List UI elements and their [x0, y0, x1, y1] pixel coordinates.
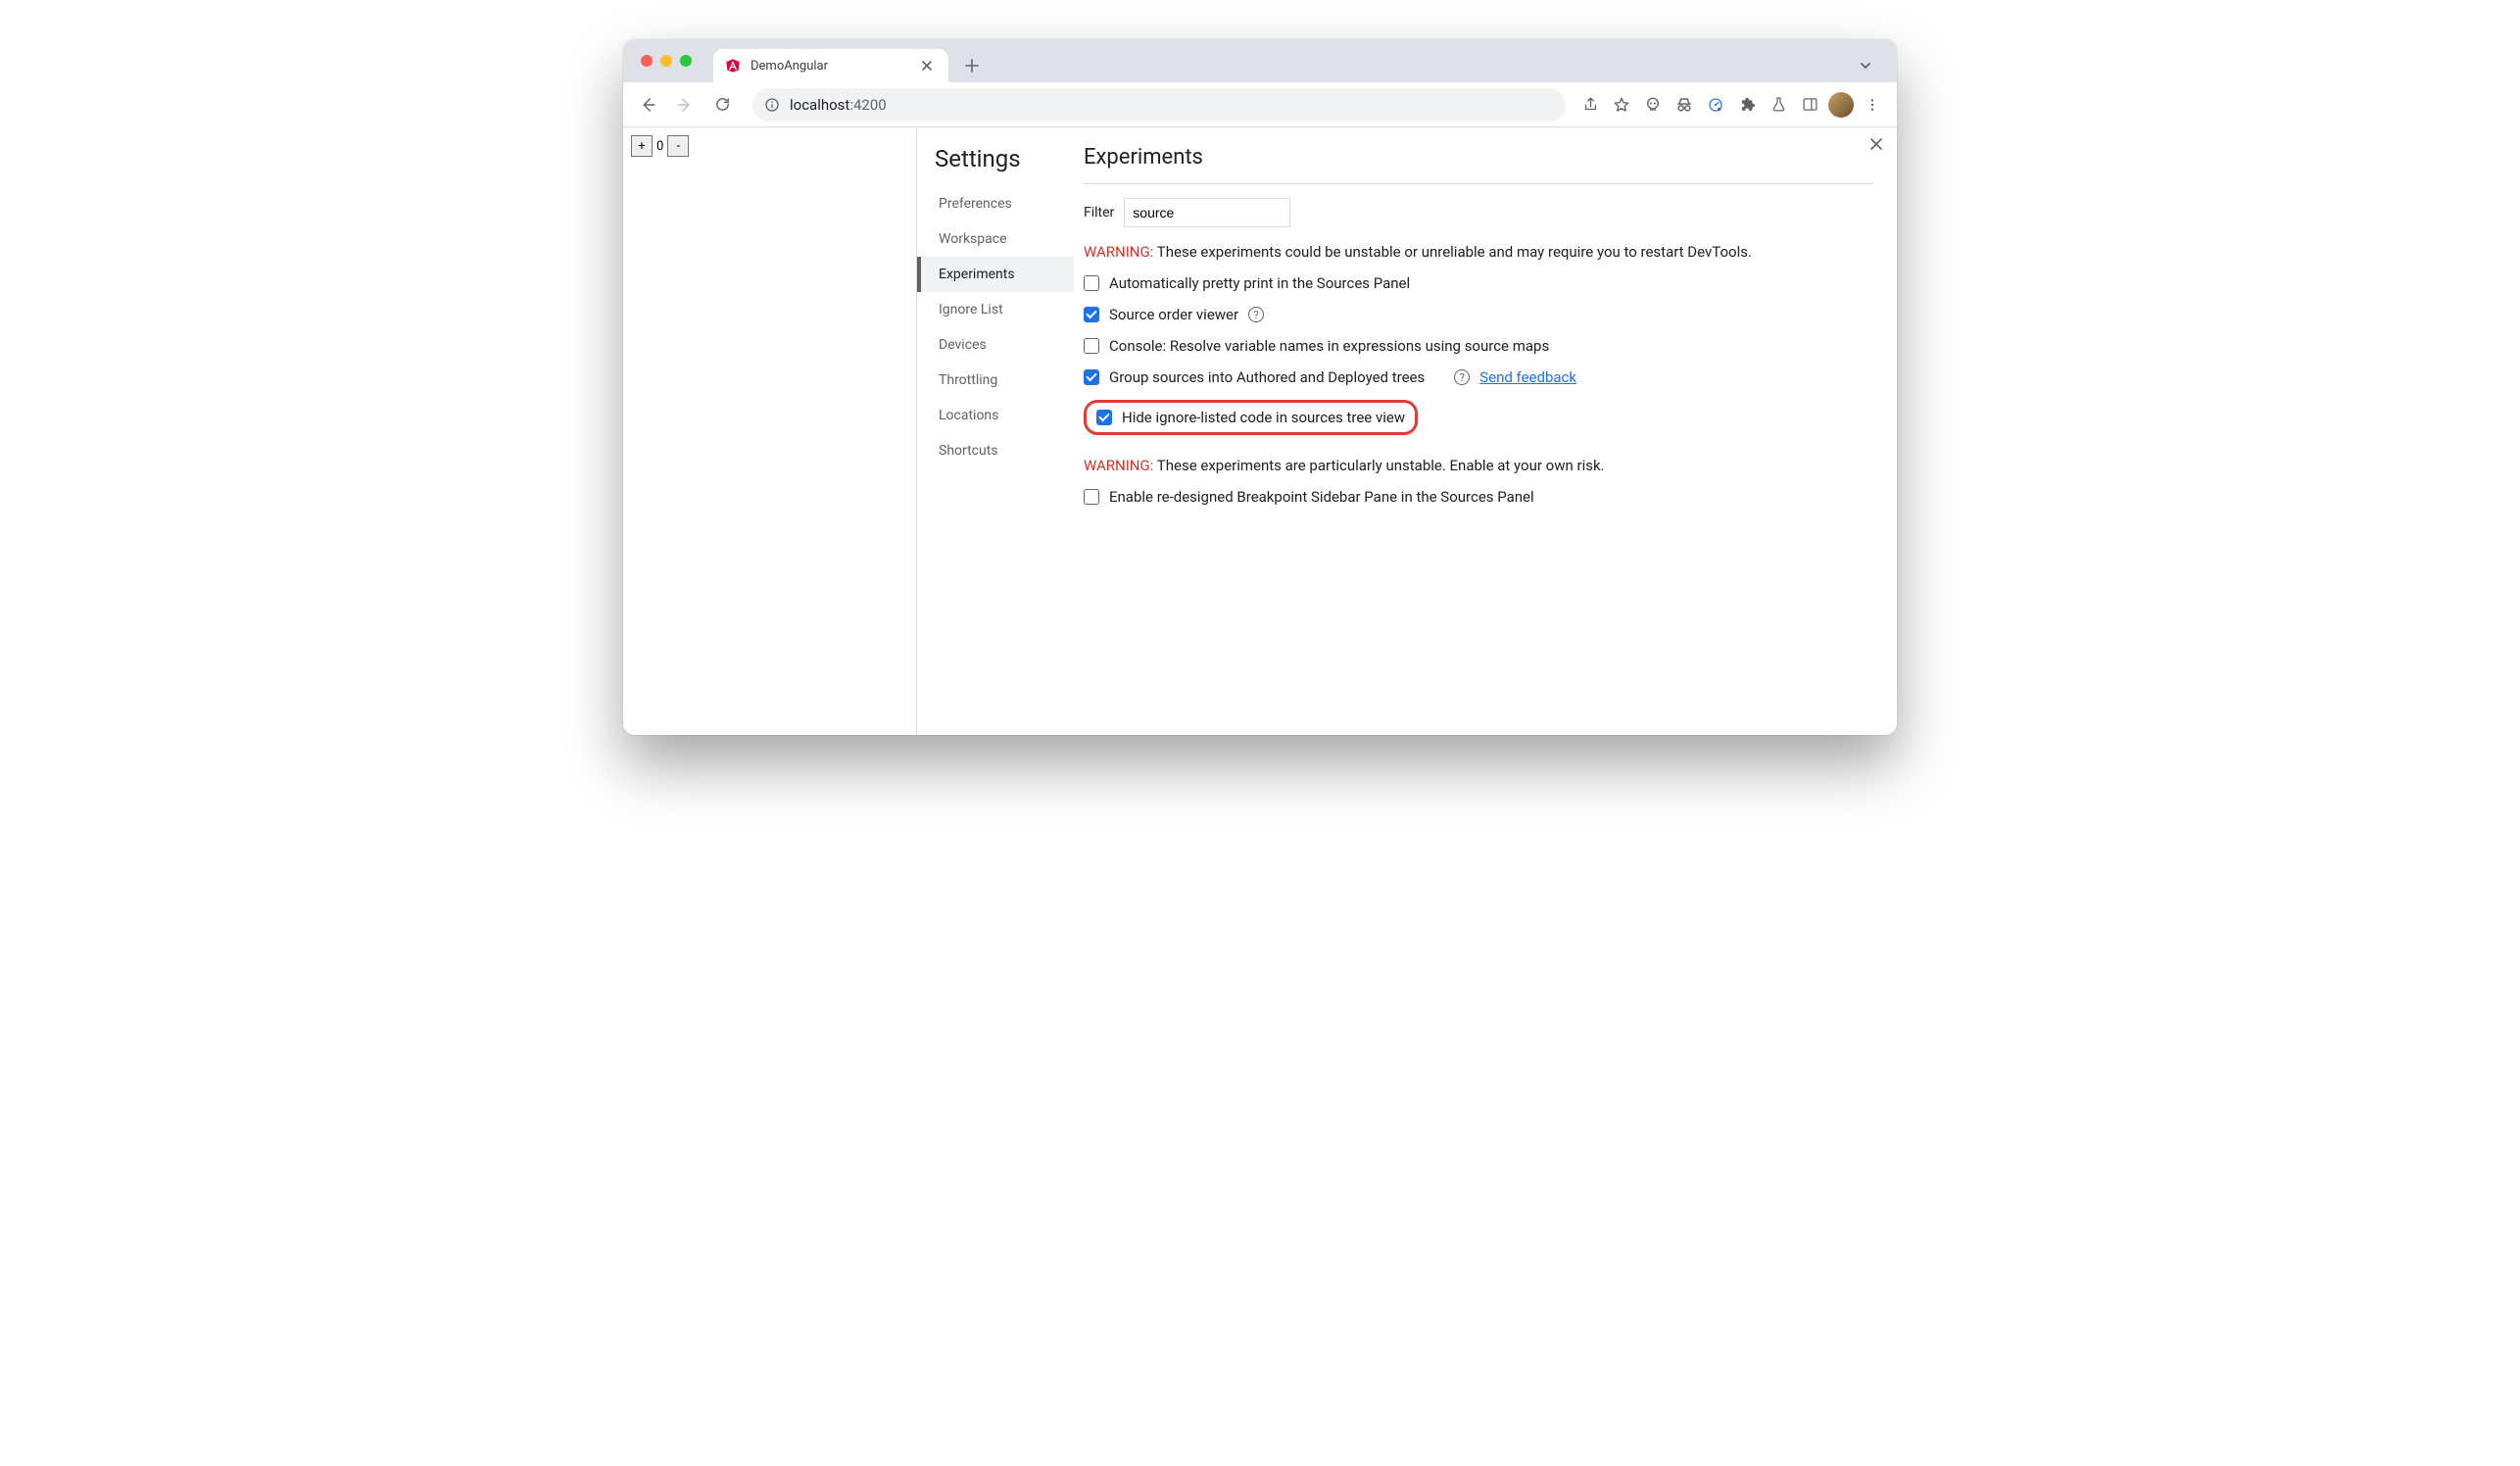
profile-avatar[interactable] — [1826, 90, 1856, 120]
experiment-label: Enable re-designed Breakpoint Sidebar Pa… — [1109, 488, 1534, 506]
experiment-group-sources: Group sources into Authored and Deployed… — [1084, 368, 1873, 386]
increment-button[interactable]: + — [631, 135, 653, 157]
warning-prefix: WARNING: — [1084, 457, 1153, 474]
page-viewport: + 0 - — [623, 127, 917, 735]
settings-title: Settings — [917, 145, 1074, 186]
toolbar-actions — [1575, 90, 1889, 120]
highlight-annotation: Hide ignore-listed code in sources tree … — [1084, 400, 1418, 435]
minimize-window-button[interactable] — [660, 55, 672, 67]
side-panel-icon[interactable] — [1795, 90, 1824, 120]
checkbox-source-order[interactable] — [1084, 307, 1099, 322]
checkbox-bp-sidebar[interactable] — [1084, 489, 1099, 505]
help-icon[interactable]: ? — [1454, 369, 1470, 385]
checkbox-group-sources[interactable] — [1084, 369, 1099, 385]
warning-line-1: WARNING: These experiments could be unst… — [1084, 243, 1873, 261]
nav-ignore-list[interactable]: Ignore List — [917, 292, 1074, 327]
extension-skull-icon[interactable] — [1638, 90, 1668, 120]
share-icon[interactable] — [1575, 90, 1605, 120]
labs-flask-icon[interactable] — [1764, 90, 1793, 120]
decrement-button[interactable]: - — [667, 135, 689, 157]
nav-experiments[interactable]: Experiments — [917, 257, 1074, 292]
warning-line-2: WARNING: These experiments are particula… — [1084, 457, 1873, 474]
counter-widget: + 0 - — [631, 135, 908, 157]
extension-incognito-icon[interactable] — [1670, 90, 1699, 120]
browser-tab[interactable]: DemoAngular — [713, 49, 948, 82]
filter-label: Filter — [1084, 205, 1114, 220]
nav-locations[interactable]: Locations — [917, 398, 1074, 433]
tab-list-button[interactable] — [1852, 52, 1879, 79]
send-feedback-link[interactable]: Send feedback — [1479, 368, 1576, 386]
experiment-hide-ignore-listed: Hide ignore-listed code in sources tree … — [1084, 400, 1873, 435]
back-button[interactable] — [631, 88, 664, 122]
content-area: + 0 - Settings Preferences Workspace Exp… — [623, 127, 1897, 735]
new-tab-button[interactable] — [958, 52, 986, 79]
filter-input[interactable] — [1124, 198, 1290, 227]
browser-window: DemoAngular localhost:4200 — [623, 39, 1897, 735]
devtools-settings-panel: Settings Preferences Workspace Experimen… — [917, 127, 1897, 735]
experiment-label: Group sources into Authored and Deployed… — [1109, 368, 1425, 386]
reload-button[interactable] — [705, 88, 739, 122]
nav-shortcuts[interactable]: Shortcuts — [917, 433, 1074, 468]
close-settings-button[interactable] — [1869, 137, 1883, 151]
forward-button[interactable] — [668, 88, 702, 122]
url-text: localhost:4200 — [790, 96, 887, 114]
window-controls — [635, 39, 713, 82]
nav-preferences[interactable]: Preferences — [917, 186, 1074, 221]
address-bar[interactable]: localhost:4200 — [752, 88, 1566, 122]
checkbox-auto-pretty[interactable] — [1084, 275, 1099, 291]
experiment-label: Hide ignore-listed code in sources tree … — [1122, 409, 1405, 426]
divider — [1084, 183, 1873, 184]
experiment-label: Automatically pretty print in the Source… — [1109, 274, 1410, 292]
maximize-window-button[interactable] — [680, 55, 692, 67]
kebab-menu-icon[interactable] — [1858, 90, 1887, 120]
extension-lighthouse-icon[interactable] — [1701, 90, 1730, 120]
tab-title: DemoAngular — [751, 59, 828, 73]
experiments-heading: Experiments — [1084, 145, 1873, 170]
angular-favicon-icon — [725, 58, 741, 73]
warning-prefix: WARNING: — [1084, 243, 1153, 261]
bookmark-icon[interactable] — [1607, 90, 1636, 120]
site-info-icon[interactable] — [764, 97, 780, 113]
experiment-source-order-viewer: Source order viewer ? — [1084, 306, 1873, 323]
experiment-breakpoint-sidebar: Enable re-designed Breakpoint Sidebar Pa… — [1084, 488, 1873, 506]
settings-main: Experiments Filter WARNING: These experi… — [1074, 127, 1897, 735]
toolbar: localhost:4200 — [623, 82, 1897, 127]
tab-strip: DemoAngular — [623, 39, 1897, 82]
experiment-label: Console: Resolve variable names in expre… — [1109, 337, 1549, 355]
warning-text: These experiments are particularly unsta… — [1153, 457, 1604, 474]
experiment-auto-pretty-print: Automatically pretty print in the Source… — [1084, 274, 1873, 292]
nav-devices[interactable]: Devices — [917, 327, 1074, 363]
nav-workspace[interactable]: Workspace — [917, 221, 1074, 257]
warning-text: These experiments could be unstable or u… — [1153, 243, 1752, 261]
filter-row: Filter — [1084, 198, 1873, 227]
checkbox-console-resolve[interactable] — [1084, 338, 1099, 354]
settings-sidebar: Settings Preferences Workspace Experimen… — [917, 127, 1074, 735]
experiment-label: Source order viewer — [1109, 306, 1238, 323]
counter-value: 0 — [653, 139, 667, 154]
close-window-button[interactable] — [641, 55, 653, 67]
checkbox-hide-ignore[interactable] — [1096, 410, 1112, 425]
experiment-console-resolve: Console: Resolve variable names in expre… — [1084, 337, 1873, 355]
help-icon[interactable]: ? — [1248, 307, 1264, 322]
close-tab-button[interactable] — [919, 58, 935, 73]
extensions-puzzle-icon[interactable] — [1732, 90, 1762, 120]
nav-throttling[interactable]: Throttling — [917, 363, 1074, 398]
